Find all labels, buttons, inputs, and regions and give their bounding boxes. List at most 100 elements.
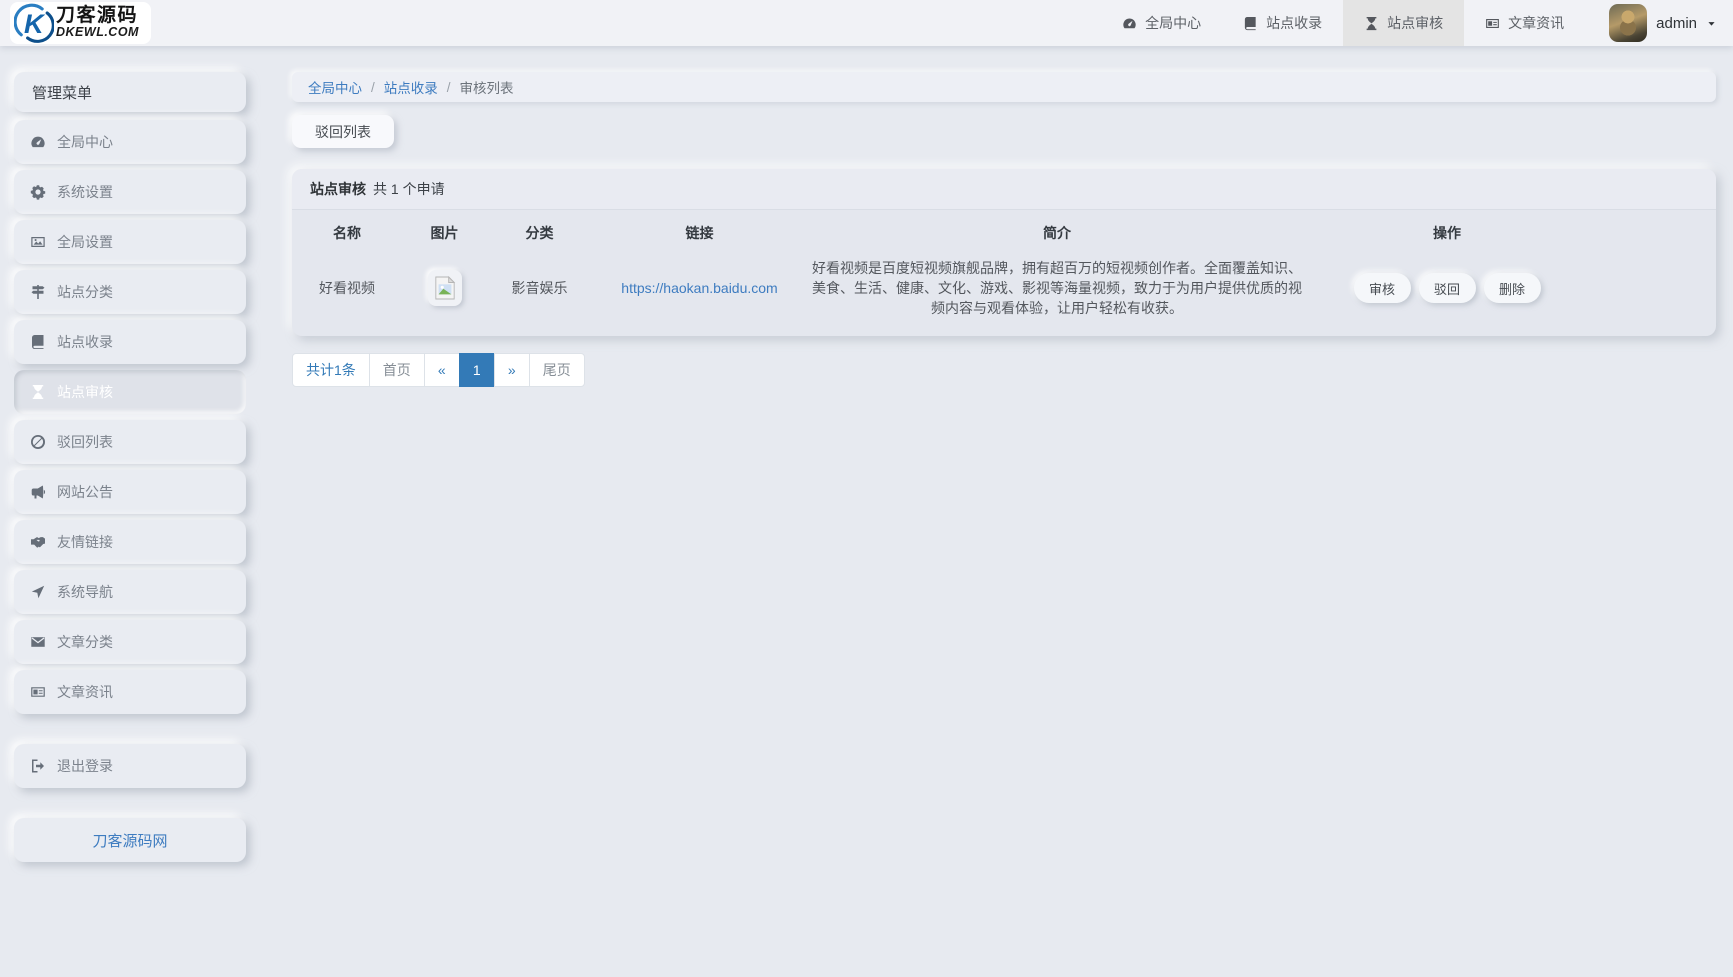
sidebar-item-global-settings[interactable]: 全局设置 [14,220,246,264]
breadcrumb-link-site-index[interactable]: 站点收录 [384,77,438,97]
delete-button[interactable]: 删除 [1484,273,1541,303]
nav-item-label: 文章资讯 [1508,13,1564,33]
pagination-page-1[interactable]: 1 [459,353,495,387]
nav-item-site-index[interactable]: 站点收录 [1222,0,1343,46]
breadcrumb-link-global-center[interactable]: 全局中心 [308,77,362,97]
sidebar-item-article-news[interactable]: 文章资讯 [14,670,246,714]
pagination-last[interactable]: 尾页 [529,353,585,387]
sidebar-item-system-settings[interactable]: 系统设置 [14,170,246,214]
col-header-category: 分类 [487,223,592,243]
cell-site-description: 好看视频是百度短视频旗舰品牌，拥有超百万的短视频创作者。全面覆盖知识、美食、生活… [807,258,1307,318]
image-chip [428,270,462,306]
book-icon [30,334,46,350]
review-panel: 站点审核 共 1 个申请 名称 图片 分类 链接 简介 操作 好看视频 影音娱乐 [292,169,1716,336]
sign-out-icon [30,758,46,774]
nav-item-global-center[interactable]: 全局中心 [1101,0,1222,46]
cell-actions: 审核 驳回 删除 [1307,273,1587,303]
sidebar-item-label: 网站公告 [57,482,113,502]
user-name: admin [1656,15,1697,32]
brand-logo[interactable]: K 刀客源码 DKEWL.COM [10,2,151,44]
col-header-link: 链接 [592,223,807,243]
pagination-total: 共计1条 [292,353,370,387]
panel-header: 站点审核 共 1 个申请 [292,169,1716,210]
nav-item-label: 站点审核 [1387,13,1443,33]
image-icon [30,234,46,250]
user-menu[interactable]: admin [1609,4,1717,42]
sidebar-item-global-center[interactable]: 全局中心 [14,120,246,164]
breadcrumb: 全局中心 / 站点收录 / 审核列表 [292,72,1716,102]
col-header-name: 名称 [292,223,402,243]
sidebar-item-site-review[interactable]: 站点审核 [14,370,246,414]
avatar [1609,4,1647,42]
sidebar-item-site-announcements[interactable]: 网站公告 [14,470,246,514]
pagination-next[interactable]: » [494,353,530,387]
brand-text: 刀客源码 DKEWL.COM [56,6,139,39]
sidebar-item-system-nav[interactable]: 系统导航 [14,570,246,614]
sidebar-item-label: 全局中心 [57,132,113,152]
sidebar-item-label: 驳回列表 [57,432,113,452]
sidebar-item-label: 全局设置 [57,232,113,252]
navbar-menu: 全局中心 站点收录 站点审核 文章资讯 admin [1101,0,1717,46]
caret-down-icon [1706,18,1717,29]
newspaper-icon [30,684,46,700]
bullhorn-icon [30,484,46,500]
brand-subtitle: DKEWL.COM [56,26,139,39]
reject-list-button[interactable]: 驳回列表 [292,115,394,148]
brand-title: 刀客源码 [56,6,139,26]
sidebar-item-site-categories[interactable]: 站点分类 [14,270,246,314]
sidebar-item-reject-list[interactable]: 驳回列表 [14,420,246,464]
hourglass-icon [30,384,46,400]
reject-button[interactable]: 驳回 [1419,273,1476,303]
sidebar: 管理菜单 全局中心 系统设置 全局设置 站点分类 站点收录 站点审核 驳回列表 [14,72,246,862]
cell-site-category: 影音娱乐 [487,278,592,298]
nav-item-label: 站点收录 [1266,13,1322,33]
location-arrow-icon [30,584,46,600]
hourglass-icon [1364,16,1379,31]
breadcrumb-separator: / [447,80,451,95]
cell-site-name: 好看视频 [292,278,402,298]
handshake-icon [30,534,46,550]
main-content: 全局中心 / 站点收录 / 审核列表 驳回列表 站点审核 共 1 个申请 名称 … [292,72,1716,387]
approve-button[interactable]: 审核 [1354,273,1411,303]
cell-site-image [402,270,487,306]
sidebar-item-label: 友情链接 [57,532,113,552]
nav-item-article-news[interactable]: 文章资讯 [1464,0,1585,46]
broken-image-icon [434,276,456,300]
sidebar-item-label: 系统导航 [57,582,113,602]
panel-title: 站点审核 [310,179,366,199]
ban-icon [30,434,46,450]
panel-subtitle: 共 1 个申请 [373,179,445,199]
sidebar-gap [14,794,246,818]
sidebar-item-site-index[interactable]: 站点收录 [14,320,246,364]
sidebar-item-friend-links[interactable]: 友情链接 [14,520,246,564]
sidebar-item-label: 文章资讯 [57,682,113,702]
cell-site-link[interactable]: https://haokan.baidu.com [592,280,807,296]
nav-item-label: 全局中心 [1145,13,1201,33]
sidebar-gap [14,720,246,744]
breadcrumb-current: 审核列表 [460,77,514,97]
col-header-image: 图片 [402,223,487,243]
sidebar-item-label: 文章分类 [57,632,113,652]
tachometer-icon [1122,16,1137,31]
table-header-row: 名称 图片 分类 链接 简介 操作 [292,210,1716,256]
pagination-prev[interactable]: « [424,353,460,387]
newspaper-icon [1485,16,1500,31]
sidebar-item-article-categories[interactable]: 文章分类 [14,620,246,664]
sidebar-item-label: 退出登录 [57,756,113,776]
brand-k-icon: K [14,3,54,43]
col-header-actions: 操作 [1307,223,1587,243]
pagination: 共计1条 首页 « 1 » 尾页 [292,353,1716,387]
pagination-first[interactable]: 首页 [369,353,425,387]
sidebar-item-logout[interactable]: 退出登录 [14,744,246,788]
nav-item-site-review[interactable]: 站点审核 [1343,0,1464,46]
sidebar-item-label: 系统设置 [57,182,113,202]
table-row: 好看视频 影音娱乐 https://haokan.baidu.com 好看视频是… [292,256,1716,336]
envelope-icon [30,634,46,650]
page: K 刀客源码 DKEWL.COM 全局中心 站点收录 站点审核 文章资讯 [0,0,1733,977]
col-header-description: 简介 [807,223,1307,243]
sidebar-item-label: 站点分类 [57,282,113,302]
breadcrumb-separator: / [371,80,375,95]
sidebar-item-label: 站点收录 [57,332,113,352]
sidebar-brand-link[interactable]: 刀客源码网 [14,818,246,862]
sidebar-header: 管理菜单 [14,72,246,112]
